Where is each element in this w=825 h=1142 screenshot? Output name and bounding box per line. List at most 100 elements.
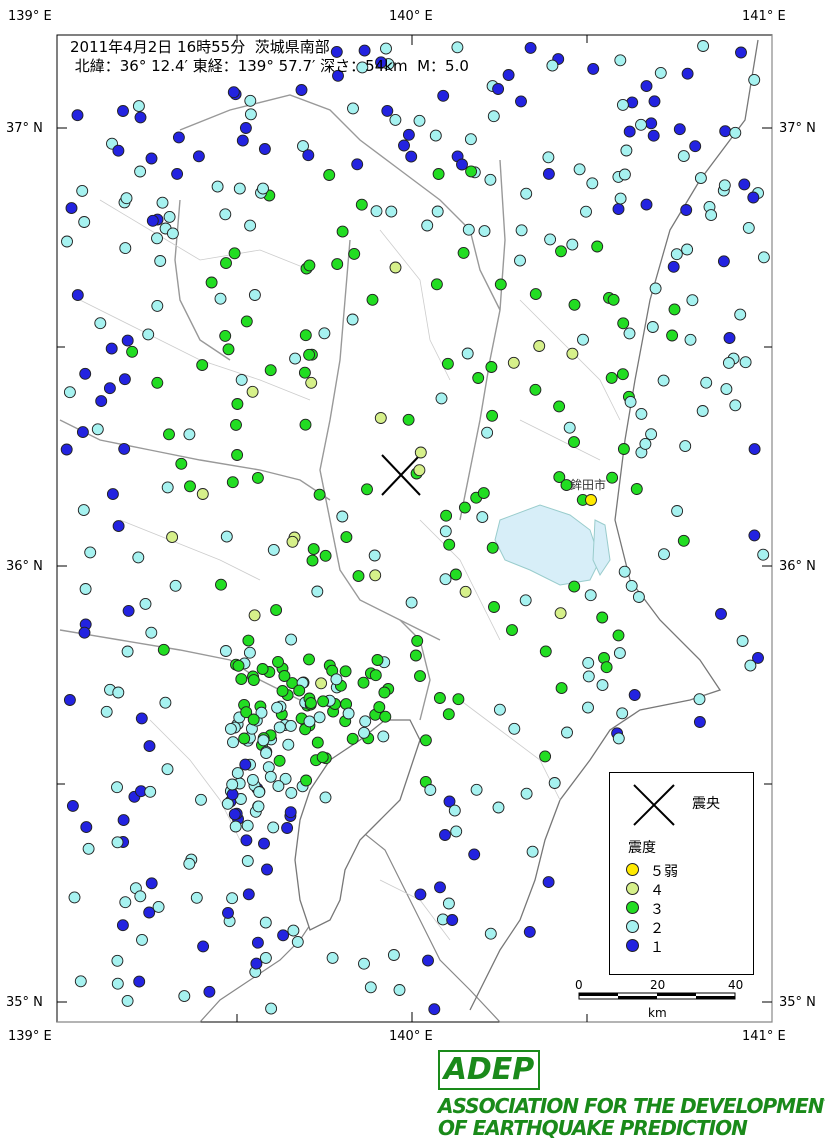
- adep-logo-mark: ADEP: [438, 1050, 540, 1090]
- station-marker: [617, 443, 630, 455]
- station-marker: [143, 740, 156, 753]
- station-marker: [119, 242, 132, 255]
- station-marker: [478, 225, 491, 238]
- station-marker: [389, 113, 402, 126]
- station-marker: [414, 888, 427, 901]
- station-marker: [484, 173, 497, 186]
- station-marker: [250, 957, 263, 970]
- legend-intensity-title: 震度: [628, 840, 656, 856]
- station-marker: [677, 150, 690, 163]
- station-marker: [696, 405, 709, 417]
- station-marker: [238, 732, 251, 745]
- station-marker: [448, 804, 461, 817]
- station-marker: [582, 670, 595, 683]
- station-marker: [285, 786, 298, 799]
- station-marker: [514, 254, 526, 267]
- station-marker: [757, 548, 770, 561]
- scale-label-20: 20: [650, 978, 666, 992]
- station-marker: [738, 178, 751, 191]
- station-marker: [121, 645, 134, 658]
- station-marker: [548, 777, 561, 789]
- legend-item-label: ５弱: [650, 864, 678, 880]
- station-marker: [71, 289, 84, 302]
- station-marker: [720, 383, 733, 396]
- station-marker: [132, 551, 145, 564]
- station-marker: [413, 114, 426, 127]
- station-marker: [211, 180, 224, 193]
- station-marker: [228, 808, 241, 821]
- station-marker: [305, 376, 318, 389]
- station-marker: [134, 111, 147, 124]
- station-marker: [222, 343, 235, 356]
- station-marker: [219, 329, 232, 342]
- station-marker: [596, 679, 609, 692]
- station-marker: [293, 684, 306, 697]
- station-marker: [605, 371, 618, 384]
- station-marker: [248, 289, 261, 301]
- station-marker: [670, 248, 683, 261]
- adep-logo-line-2: OF EARTHQUAKE PREDICTION: [438, 1116, 748, 1140]
- station-marker: [246, 773, 259, 786]
- station-marker: [151, 376, 164, 389]
- station-marker: [145, 152, 158, 165]
- station-marker: [686, 294, 699, 307]
- station-marker: [156, 196, 169, 209]
- station-marker: [272, 780, 285, 793]
- station-marker: [468, 848, 481, 861]
- station-marker: [303, 348, 316, 361]
- axis-label-left-37: 37° N: [6, 121, 43, 136]
- station-marker: [251, 936, 264, 949]
- station-marker: [304, 697, 317, 710]
- station-marker: [446, 914, 459, 926]
- station-marker: [539, 645, 552, 658]
- legend-item-label: ２: [650, 921, 664, 937]
- station-marker: [161, 481, 174, 494]
- station-marker: [273, 754, 286, 767]
- station-marker: [440, 509, 453, 522]
- station-marker: [452, 693, 465, 706]
- station-marker: [428, 1003, 441, 1016]
- station-marker: [264, 770, 277, 783]
- station-marker: [617, 317, 630, 330]
- station-marker: [358, 726, 370, 739]
- station-marker: [61, 235, 73, 248]
- station-marker: [647, 129, 660, 142]
- station-marker: [739, 356, 752, 369]
- station-marker: [366, 293, 379, 306]
- station-marker: [369, 569, 382, 582]
- station-marker: [291, 935, 304, 948]
- station-marker: [748, 73, 761, 86]
- station-marker: [747, 191, 760, 204]
- station-marker: [566, 238, 579, 251]
- station-marker: [66, 799, 79, 812]
- station-marker: [163, 210, 176, 223]
- station-marker: [624, 395, 637, 408]
- station-marker: [719, 125, 732, 138]
- station-marker: [542, 876, 555, 889]
- station-marker: [214, 292, 227, 305]
- station-marker: [464, 133, 477, 146]
- station-marker: [414, 670, 426, 683]
- station-marker: [133, 975, 146, 988]
- station-marker: [544, 233, 557, 246]
- station-marker: [439, 525, 452, 538]
- station-marker: [267, 543, 280, 556]
- station-marker: [612, 203, 625, 216]
- station-marker: [648, 95, 661, 108]
- station-marker: [192, 150, 205, 163]
- station-marker: [667, 260, 680, 273]
- station-marker: [80, 821, 93, 834]
- station-marker: [253, 786, 266, 798]
- station-marker: [487, 110, 500, 123]
- station-marker: [313, 488, 326, 501]
- station-marker: [111, 954, 124, 967]
- station-marker: [142, 328, 155, 341]
- title-line-2: 北緯：36° 12.4′ 東経：139° 57.7′ 深さ：54km M：5.0: [70, 57, 469, 75]
- station-marker: [154, 255, 167, 267]
- station-marker: [239, 122, 252, 134]
- station-marker: [357, 676, 370, 689]
- station-marker: [145, 626, 158, 639]
- station-marker: [227, 86, 240, 99]
- station-marker: [679, 440, 692, 453]
- scale-unit: km: [648, 1006, 667, 1020]
